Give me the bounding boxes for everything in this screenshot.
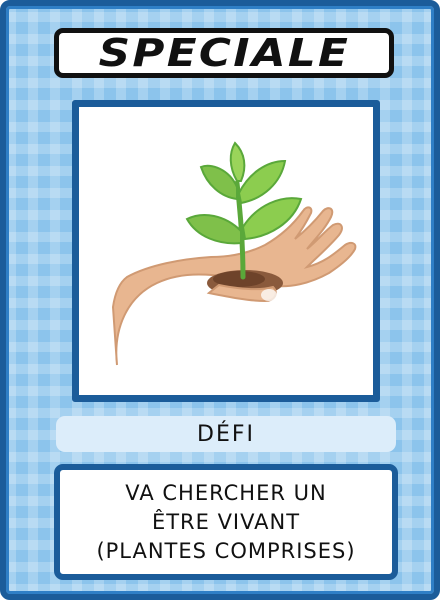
description-line-2: ÊTRE VIVANT [151, 509, 301, 534]
card-title-box: SPECIALE [54, 28, 394, 78]
game-card: SPECIALE DÉFI VA CHERCHER UN ÊTRE VIVANT [0, 0, 440, 600]
card-description: VA CHERCHER UN ÊTRE VIVANT (PLANTES COMP… [54, 464, 398, 580]
card-title: SPECIALE [98, 31, 350, 75]
description-line-1: VA CHERCHER UN [125, 480, 327, 505]
card-label-bar: DÉFI [56, 416, 396, 452]
description-line-3: (PLANTES COMPRISES) [96, 538, 356, 563]
hand-holding-plant-icon [111, 141, 357, 366]
card-image-frame [72, 100, 380, 402]
card-label: DÉFI [197, 421, 255, 447]
